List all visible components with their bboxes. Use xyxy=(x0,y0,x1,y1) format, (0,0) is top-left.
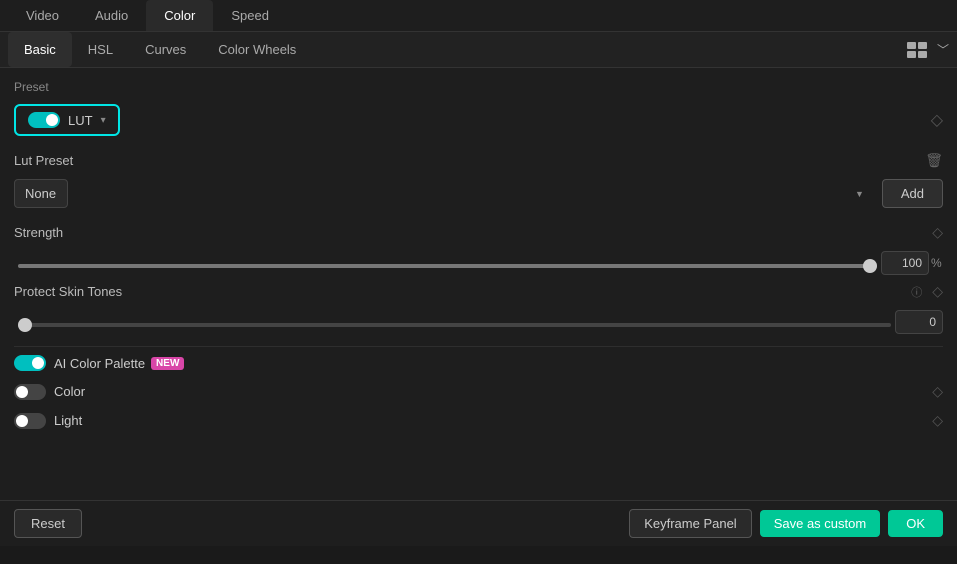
preset-label: Preset xyxy=(14,80,943,94)
divider-1 xyxy=(14,346,943,347)
protect-skin-slider-row xyxy=(14,310,943,334)
protect-skin-info-icon[interactable]: ⓘ xyxy=(911,284,922,300)
strength-field-row: Strength ◇ xyxy=(14,224,943,241)
lut-preset-select[interactable]: None xyxy=(14,179,68,208)
subtab-colorwheels[interactable]: Color Wheels xyxy=(202,32,312,67)
strength-value[interactable] xyxy=(881,251,929,275)
protect-skin-value[interactable] xyxy=(895,310,943,334)
tab-video[interactable]: Video xyxy=(8,0,77,31)
ai-color-palette-row: AI Color Palette NEW xyxy=(14,355,943,371)
lut-dropdown-arrow[interactable]: ▾ xyxy=(101,115,106,126)
light-row: Light ◇ xyxy=(14,412,943,429)
strength-slider[interactable] xyxy=(18,264,877,268)
lut-toggle-row: LUT ▾ ◇ xyxy=(14,104,943,136)
lut-preset-select-wrapper: None xyxy=(14,179,874,208)
strength-slider-row: % xyxy=(14,251,943,275)
protect-skin-slider[interactable] xyxy=(18,323,891,327)
protect-skin-slider-container xyxy=(18,315,891,330)
light-label: Light xyxy=(54,413,82,428)
lut-preset-field-row: Lut Preset 🗑 xyxy=(14,152,943,169)
tab-audio[interactable]: Audio xyxy=(77,0,146,31)
lut-preset-select-row: None Add xyxy=(14,179,943,208)
view-icon[interactable] xyxy=(903,39,931,61)
keyframe-panel-button[interactable]: Keyframe Panel xyxy=(629,509,752,538)
lut-box[interactable]: LUT ▾ xyxy=(14,104,120,136)
protect-skin-label: Protect Skin Tones xyxy=(14,284,911,299)
bottom-bar: Reset Keyframe Panel Save as custom OK xyxy=(0,500,957,546)
lut-toggle[interactable] xyxy=(28,112,60,128)
strength-unit: % xyxy=(931,256,943,270)
strength-label: Strength xyxy=(14,225,926,240)
subtab-hsl[interactable]: HSL xyxy=(72,32,129,67)
ok-button[interactable]: OK xyxy=(888,510,943,537)
color-row: Color ◇ xyxy=(14,383,943,400)
top-tab-bar: Video Audio Color Speed xyxy=(0,0,957,32)
reset-button[interactable]: Reset xyxy=(14,509,82,538)
color-label: Color xyxy=(54,384,85,399)
protect-skin-field-row: Protect Skin Tones ⓘ ◇ xyxy=(14,283,943,300)
lut-label: LUT xyxy=(68,113,93,128)
color-diamond-icon[interactable]: ◇ xyxy=(932,383,943,400)
tab-speed[interactable]: Speed xyxy=(213,0,287,31)
lut-diamond-icon[interactable]: ◇ xyxy=(931,110,943,130)
protect-skin-diamond-icon[interactable]: ◇ xyxy=(932,283,943,300)
light-toggle[interactable] xyxy=(14,413,46,429)
tab-color[interactable]: Color xyxy=(146,0,213,31)
content-area: Preset LUT ▾ ◇ Lut Preset 🗑 None Add Str… xyxy=(0,68,957,500)
chevron-down-icon[interactable]: ﹀ xyxy=(937,41,949,58)
subtab-basic[interactable]: Basic xyxy=(8,32,72,67)
ai-color-palette-label: AI Color Palette xyxy=(54,356,145,371)
new-badge: NEW xyxy=(151,357,184,370)
light-diamond-icon[interactable]: ◇ xyxy=(932,412,943,429)
lut-preset-label: Lut Preset xyxy=(14,153,925,168)
color-toggle[interactable] xyxy=(14,384,46,400)
save-as-custom-button[interactable]: Save as custom xyxy=(760,510,881,537)
strength-slider-container xyxy=(18,256,877,271)
ai-color-palette-toggle[interactable] xyxy=(14,355,46,371)
strength-diamond-icon[interactable]: ◇ xyxy=(932,224,943,241)
subtab-curves[interactable]: Curves xyxy=(129,32,202,67)
sub-tab-bar: Basic HSL Curves Color Wheels ﹀ xyxy=(0,32,957,68)
trash-icon[interactable]: 🗑 xyxy=(925,152,943,169)
add-button[interactable]: Add xyxy=(882,179,943,208)
